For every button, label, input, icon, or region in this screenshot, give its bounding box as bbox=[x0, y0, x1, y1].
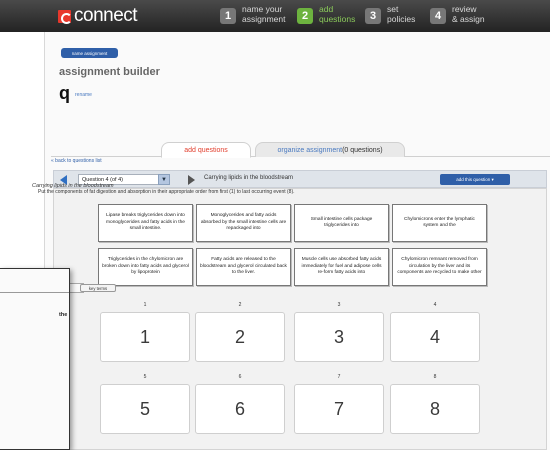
add-this-question-button[interactable]: add this question ▾ bbox=[440, 174, 510, 185]
ordering-card[interactable]: Monoglycerides and fatty acids absorbed … bbox=[196, 204, 291, 242]
step-number: 3 bbox=[365, 8, 381, 24]
slot-number-label: 2 bbox=[238, 302, 242, 308]
step-label: add bbox=[319, 4, 334, 14]
back-to-questions-link[interactable]: « back to questions list bbox=[51, 158, 102, 164]
step-set-policies[interactable]: 3 set policies bbox=[365, 4, 415, 24]
step-add-questions[interactable]: 2 add questions bbox=[297, 4, 355, 24]
ordering-card[interactable]: Triglycerides in the chylomicron are bro… bbox=[98, 248, 193, 286]
question-instructions: Put the components of fat digestion and … bbox=[38, 189, 295, 195]
step-label: assignment bbox=[242, 14, 286, 24]
slot-number-label: 7 bbox=[337, 374, 341, 380]
step-name-assignment[interactable]: 1 name your assignment bbox=[220, 4, 285, 24]
drop-slot[interactable]: 1 bbox=[100, 312, 190, 362]
step-label: name your bbox=[242, 4, 283, 14]
ordering-card[interactable]: Small intestine cells package triglyceri… bbox=[294, 204, 389, 242]
slot-number-label: 8 bbox=[433, 374, 437, 380]
rename-link[interactable]: rename bbox=[75, 92, 92, 98]
question-bar: Question 4 (of 4) ▼ Carrying lipids in t… bbox=[53, 170, 547, 188]
ordering-card[interactable]: Chylomicron remnant removed from circula… bbox=[392, 248, 487, 286]
slot-number-label: 4 bbox=[433, 302, 437, 308]
drop-slot[interactable]: 8 bbox=[390, 384, 480, 434]
key-terms-button[interactable]: key terms bbox=[80, 284, 116, 292]
step-number: 4 bbox=[430, 8, 446, 24]
overlapping-window[interactable] bbox=[0, 268, 70, 450]
connect-logo[interactable]: connect bbox=[58, 5, 138, 26]
step-label: & assign bbox=[452, 14, 485, 24]
drop-slot[interactable]: 6 bbox=[195, 384, 285, 434]
tab-organize-assignment[interactable]: organize assignment (0 questions) bbox=[255, 142, 405, 157]
chevron-down-icon[interactable]: ▼ bbox=[158, 174, 170, 185]
ordering-card[interactable]: Muscle cells use absorbed fatty acids im… bbox=[294, 248, 389, 286]
window-divider bbox=[0, 292, 69, 293]
step-review-assign[interactable]: 4 review & assign bbox=[430, 4, 485, 24]
add-question-label: add this question bbox=[456, 177, 491, 182]
ordering-card[interactable]: Chylomicrons enter the lymphatic system … bbox=[392, 204, 487, 242]
drop-slot[interactable]: 4 bbox=[390, 312, 480, 362]
name-assignment-button[interactable]: name assignment bbox=[61, 48, 118, 58]
next-arrow-icon[interactable] bbox=[188, 175, 195, 185]
drop-slot[interactable]: 7 bbox=[294, 384, 384, 434]
step-label: set bbox=[387, 4, 399, 14]
slot-number-label: 3 bbox=[337, 302, 341, 308]
slot-number-label: 6 bbox=[238, 374, 242, 380]
top-header: connect 1 name your assignment 2 add quest… bbox=[0, 0, 550, 32]
ordering-card[interactable]: Lipase breaks triglycerides down into mo… bbox=[98, 204, 193, 242]
tab-organize-count: (0 questions) bbox=[342, 146, 383, 154]
slot-number-label: 1 bbox=[143, 302, 147, 308]
drop-slot[interactable]: 3 bbox=[294, 312, 384, 362]
step-number: 1 bbox=[220, 8, 236, 24]
slot-number-label: 5 bbox=[143, 374, 147, 380]
drop-slot[interactable]: 5 bbox=[100, 384, 190, 434]
step-label: questions bbox=[319, 14, 356, 24]
logo-icon bbox=[58, 9, 72, 24]
window-text: the bbox=[59, 312, 68, 318]
page-title: assignment builder bbox=[59, 66, 160, 78]
tab-add-questions[interactable]: add questions bbox=[161, 142, 251, 158]
drop-slot[interactable]: 2 bbox=[195, 312, 285, 362]
step-label: review bbox=[452, 4, 477, 14]
tab-organize-label: organize assignment bbox=[277, 146, 343, 154]
step-label: policies bbox=[387, 14, 416, 24]
logo-text: connect bbox=[74, 5, 138, 26]
question-title: Carrying lipids in the bloodstream bbox=[204, 175, 294, 181]
assignment-name: q bbox=[59, 83, 70, 103]
ordering-card[interactable]: Fatty acids are released to the bloodstr… bbox=[196, 248, 291, 286]
step-number: 2 bbox=[297, 8, 313, 24]
